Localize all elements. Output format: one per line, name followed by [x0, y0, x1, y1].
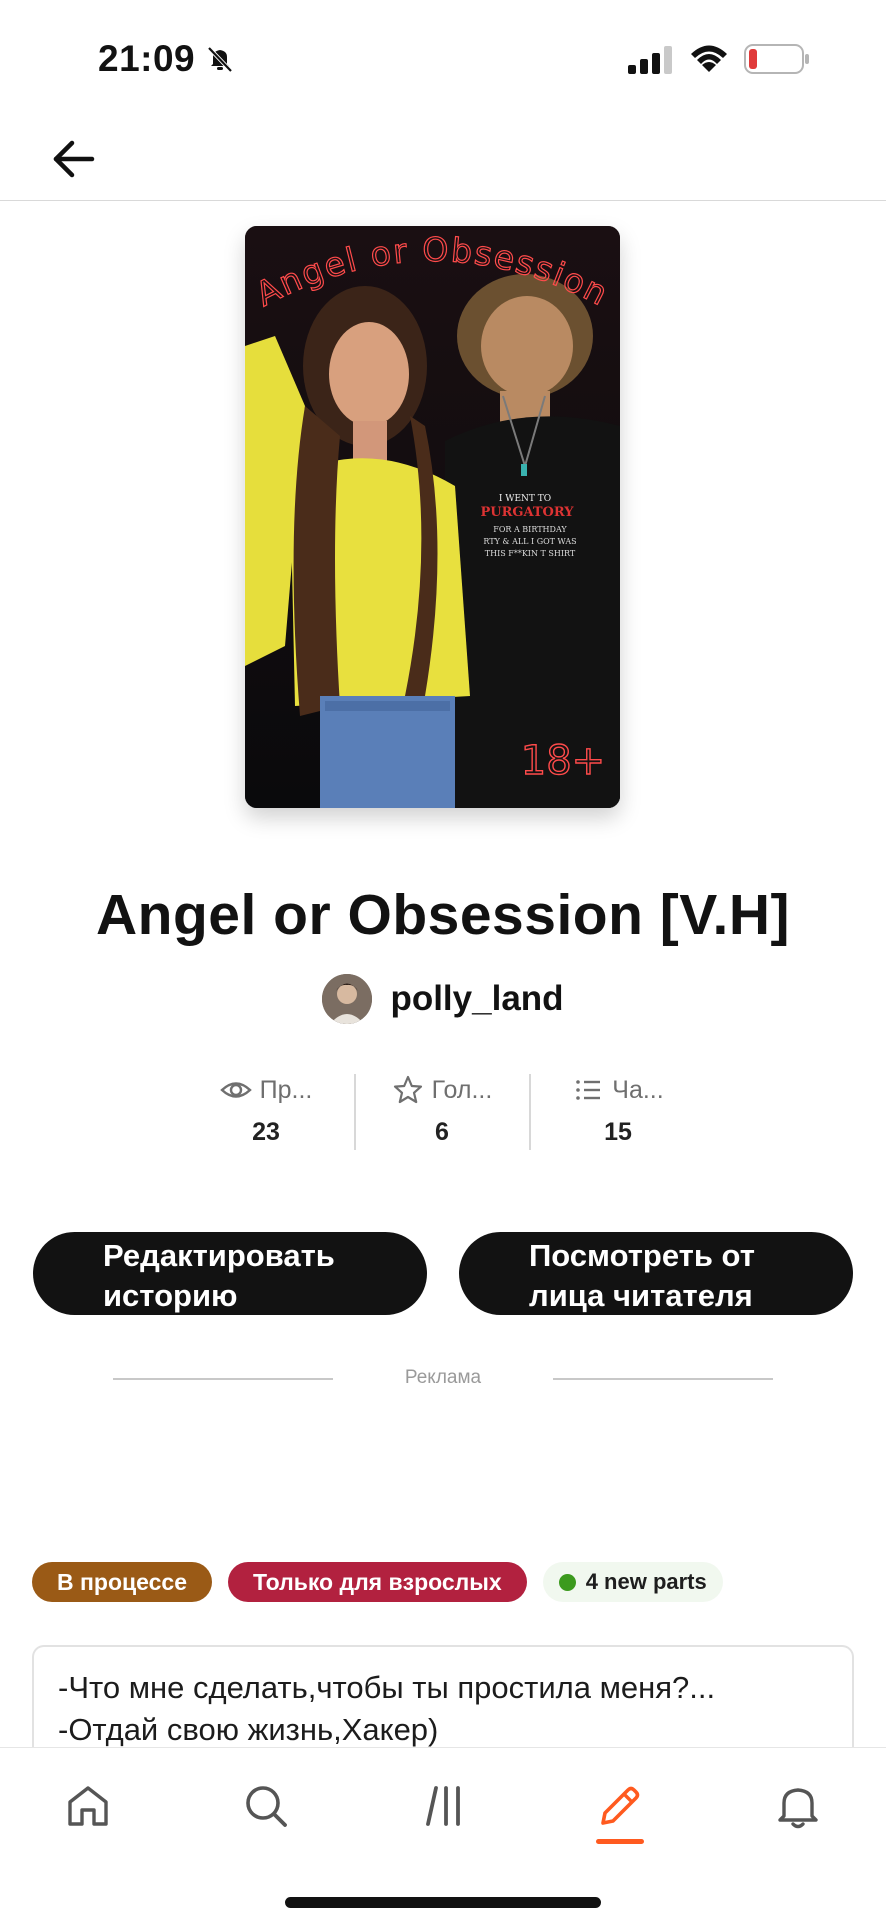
stat-votes-value: 6	[435, 1118, 449, 1146]
home-indicator	[285, 1897, 601, 1908]
new-parts-badge: 4 new parts	[542, 1562, 723, 1602]
star-icon	[393, 1075, 422, 1104]
edit-story-label-line2: историю	[103, 1278, 238, 1313]
view-as-reader-label-line2: лица читателя	[529, 1278, 753, 1313]
story-tags: В процессе Только для взрослых 4 new par…	[32, 1561, 723, 1603]
stat-votes-label: Гол...	[431, 1075, 493, 1104]
edit-story-button[interactable]: Редактировать историю	[33, 1232, 427, 1315]
cover-age-badge: 18+	[521, 738, 605, 784]
story-cover-image[interactable]: I WENT TO PURGATORY FOR A BIRTHDAY RTY &…	[245, 226, 620, 808]
description-line-1: -Что мне сделать,чтобы ты простила меня?…	[58, 1670, 716, 1705]
eye-icon	[219, 1082, 252, 1098]
stat-parts-label: Ча...	[612, 1075, 664, 1104]
battery-low-icon	[744, 44, 809, 74]
author-name[interactable]: polly_land	[390, 979, 563, 1019]
library-icon	[426, 1786, 460, 1826]
view-as-reader-button[interactable]: Посмотреть от лица читателя	[459, 1232, 853, 1315]
cover-shirt-text-2: PURGATORY	[480, 505, 574, 520]
cover-shirt-text-1: I WENT TO	[499, 494, 551, 504]
mature-badge: Только для взрослых	[228, 1562, 527, 1602]
stat-parts: Ча... 15	[530, 1072, 706, 1152]
nav-notifications[interactable]	[768, 1776, 828, 1836]
new-parts-label: 4 new parts	[585, 1569, 707, 1594]
stat-reads-value: 23	[252, 1118, 280, 1146]
write-icon	[601, 1786, 640, 1825]
bottom-nav-bar	[0, 1747, 886, 1920]
back-arrow-icon[interactable]	[48, 134, 98, 184]
cover-shirt-text-5: THIS F**KIN T SHIRT	[485, 549, 576, 558]
stat-votes: Гол... 6	[354, 1072, 530, 1152]
bell-slash-icon	[207, 46, 233, 73]
stat-parts-value: 15	[604, 1118, 632, 1146]
cover-shirt-text-3: FOR A BIRTHDAY	[493, 525, 567, 534]
nav-write[interactable]	[590, 1776, 650, 1836]
author-avatar[interactable]	[322, 974, 373, 1024]
home-icon	[68, 1786, 108, 1826]
search-icon	[246, 1786, 287, 1827]
story-stats: Пр... 23 Гол... 6 Ча... 15	[0, 1072, 886, 1152]
ad-divider: Реклама	[0, 1365, 886, 1395]
status-bar: 21:09	[0, 0, 886, 118]
edit-story-label-line1: Редактировать	[103, 1238, 335, 1273]
cover-artwork: I WENT TO PURGATORY FOR A BIRTHDAY RTY &…	[245, 226, 620, 808]
status-time: 21:09	[98, 38, 196, 79]
nav-home[interactable]	[58, 1776, 118, 1836]
cellular-signal-icon	[628, 46, 672, 74]
active-tab-indicator	[596, 1839, 644, 1844]
wifi-icon	[691, 45, 727, 72]
nav-library[interactable]	[414, 1776, 474, 1836]
stat-reads-label: Пр...	[259, 1075, 313, 1104]
view-as-reader-label-line1: Посмотреть от	[529, 1238, 755, 1273]
stat-reads: Пр... 23	[178, 1072, 354, 1152]
ad-line-right	[553, 1378, 773, 1380]
cover-shirt-text-4: RTY & ALL I GOT WAS	[483, 537, 576, 546]
notifications-icon	[778, 1788, 818, 1829]
story-title: Angel or Obsession [V.H]	[95, 883, 791, 947]
author-row[interactable]: polly_land	[0, 974, 886, 1024]
green-dot-icon	[558, 1573, 576, 1591]
nav-search[interactable]	[236, 1776, 296, 1836]
top-nav-bar	[0, 118, 886, 201]
description-line-2: -Отдай свою жизнь,Хакер)	[58, 1712, 439, 1747]
list-icon	[576, 1080, 601, 1100]
status-badge: В процессе	[32, 1562, 212, 1602]
